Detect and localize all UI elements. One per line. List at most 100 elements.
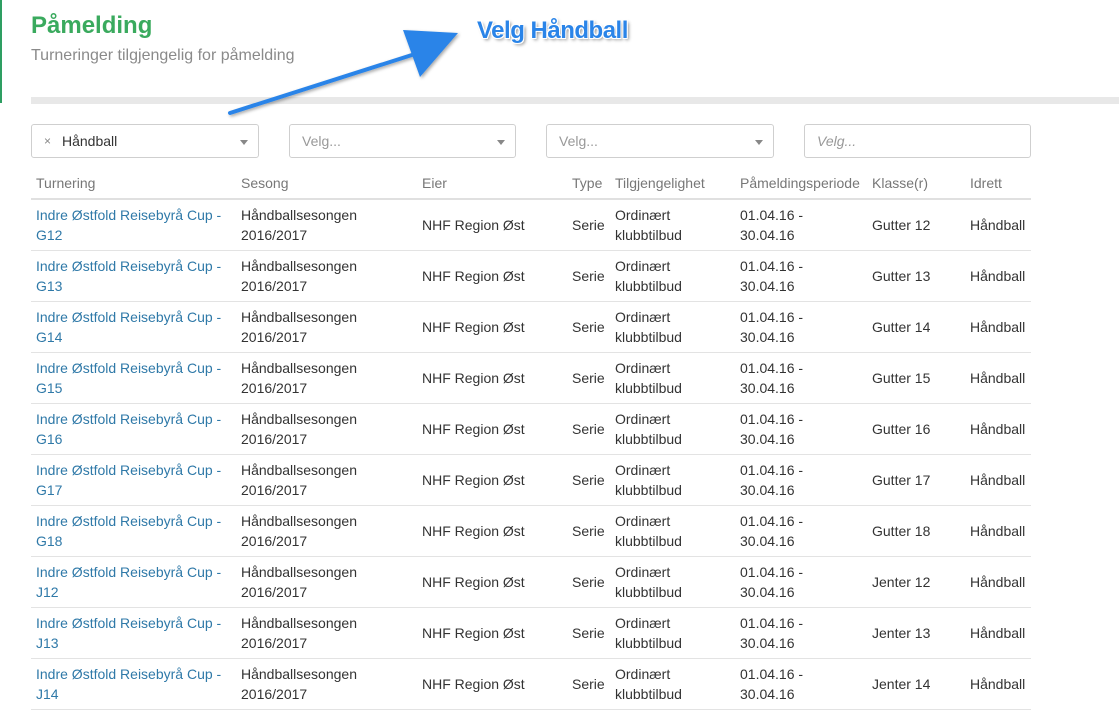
column-header-tilgjengelighet[interactable]: Tilgjengelighet	[610, 168, 735, 200]
search-input[interactable]	[804, 124, 1031, 158]
table-row[interactable]: Indre Østfold Reisebyrå Cup - G18 Håndball…	[31, 505, 1031, 557]
season-cell-line-2: 2016/2017	[241, 277, 308, 294]
season-cell-line-1: Håndballsesongen	[241, 359, 357, 376]
type-cell: Serie	[567, 301, 610, 353]
chevron-down-icon[interactable]	[497, 140, 505, 145]
sport-select[interactable]: × Håndball	[31, 124, 259, 158]
availability-cell: Ordinært klubbtilbud	[610, 250, 735, 302]
tournament-link[interactable]: Indre Østfold Reisebyrå Cup - J13	[31, 607, 236, 659]
table-row[interactable]: Indre Østfold Reisebyrå Cup - G14 Håndball…	[31, 301, 1031, 353]
table-header-row: Turnering Sesong Eier Type Tilgjengeligh…	[31, 168, 1031, 200]
availability-cell-line-1: Ordinært	[615, 206, 671, 223]
tournament-link-line-1: Indre Østfold Reisebyrå Cup -	[36, 308, 222, 325]
tournament-link-line-2: J14	[36, 685, 59, 702]
tournament-link[interactable]: Indre Østfold Reisebyrå Cup - G17	[31, 454, 236, 506]
left-accent-bar	[0, 0, 2, 103]
column-header-klasse[interactable]: Klasse(r)	[867, 168, 965, 200]
owner-cell: NHF Region Øst	[417, 250, 567, 302]
table-row[interactable]: Indre Østfold Reisebyrå Cup - J13 Håndball…	[31, 607, 1031, 659]
column-header-turnering[interactable]: Turnering	[31, 168, 236, 200]
tournament-link[interactable]: Indre Østfold Reisebyrå Cup - G18	[31, 505, 236, 557]
table-row[interactable]: Indre Østfold Reisebyrå Cup - J14 Håndball…	[31, 658, 1031, 710]
registration-period-cell: 01.04.16 - 30.04.16	[735, 301, 867, 353]
registration-period-cell-line-1: 01.04.16 -	[740, 410, 804, 427]
tournament-link[interactable]: Indre Østfold Reisebyrå Cup - G13	[31, 250, 236, 302]
chevron-down-icon[interactable]	[240, 140, 248, 145]
registration-period-cell: 01.04.16 - 30.04.16	[735, 352, 867, 404]
filter-select-3-placeholder: Velg...	[559, 133, 598, 149]
class-cell: Gutter 18	[867, 505, 965, 557]
tournament-link-line-1: Indre Østfold Reisebyrå Cup -	[36, 512, 222, 529]
tournament-link[interactable]: Indre Østfold Reisebyrå Cup - G14	[31, 301, 236, 353]
table-row[interactable]: Indre Østfold Reisebyrå Cup - G15 Håndball…	[31, 352, 1031, 404]
class-cell: Gutter 15	[867, 352, 965, 404]
sport-cell: Håndball	[965, 403, 1031, 455]
availability-cell-line-1: Ordinært	[615, 461, 671, 478]
registration-period-cell-line-2: 30.04.16	[740, 379, 795, 396]
availability-cell: Ordinært klubbtilbud	[610, 658, 735, 710]
filter-select-3[interactable]: Velg...	[546, 124, 774, 158]
tournament-link-line-2: G13	[36, 277, 63, 294]
season-cell-line-2: 2016/2017	[241, 583, 308, 600]
column-header-pameldingsperiode[interactable]: Påmeldingsperiode	[735, 168, 867, 200]
table-row[interactable]: Indre Østfold Reisebyrå Cup - G16 Håndball…	[31, 403, 1031, 455]
season-cell-line-2: 2016/2017	[241, 481, 308, 498]
availability-cell: Ordinært klubbtilbud	[610, 607, 735, 659]
tournament-link-line-1: Indre Østfold Reisebyrå Cup -	[36, 359, 222, 376]
season-cell-line-1: Håndballsesongen	[241, 257, 357, 274]
filter-select-2[interactable]: Velg...	[289, 124, 516, 158]
registration-period-cell-line-1: 01.04.16 -	[740, 614, 804, 631]
registration-period-cell-line-2: 30.04.16	[740, 277, 795, 294]
tournament-link-line-2: G14	[36, 328, 63, 345]
tournament-link-line-2: G16	[36, 430, 63, 447]
season-cell-line-1: Håndballsesongen	[241, 410, 357, 427]
tournament-link[interactable]: Indre Østfold Reisebyrå Cup - J14	[31, 658, 236, 710]
clear-selection-icon[interactable]: ×	[44, 134, 51, 148]
sport-cell: Håndball	[965, 250, 1031, 302]
owner-cell: NHF Region Øst	[417, 607, 567, 659]
tournament-link[interactable]: Indre Østfold Reisebyrå Cup - G15	[31, 352, 236, 404]
registration-period-cell: 01.04.16 - 30.04.16	[735, 250, 867, 302]
owner-cell: NHF Region Øst	[417, 199, 567, 251]
availability-cell: Ordinært klubbtilbud	[610, 199, 735, 251]
tournament-link[interactable]: Indre Østfold Reisebyrå Cup - J12	[31, 556, 236, 608]
table-row[interactable]: Indre Østfold Reisebyrå Cup - G13 Håndball…	[31, 250, 1031, 302]
tournament-link[interactable]: Indre Østfold Reisebyrå Cup - G16	[31, 403, 236, 455]
class-cell: Gutter 12	[867, 199, 965, 251]
season-cell-line-2: 2016/2017	[241, 685, 308, 702]
column-header-idrett[interactable]: Idrett	[965, 168, 1031, 200]
availability-cell-line-1: Ordinært	[615, 359, 671, 376]
owner-cell: NHF Region Øst	[417, 454, 567, 506]
column-header-type[interactable]: Type	[567, 168, 610, 200]
availability-cell-line-2: klubbtilbud	[615, 634, 682, 651]
season-cell: Håndballsesongen 2016/2017	[236, 250, 417, 302]
season-cell-line-2: 2016/2017	[241, 532, 308, 549]
season-cell: Håndballsesongen 2016/2017	[236, 403, 417, 455]
season-cell-line-2: 2016/2017	[241, 328, 308, 345]
table-row[interactable]: Indre Østfold Reisebyrå Cup - J12 Håndball…	[31, 556, 1031, 608]
availability-cell-line-1: Ordinært	[615, 614, 671, 631]
table-row[interactable]: Indre Østfold Reisebyrå Cup - G12 Håndball…	[31, 199, 1031, 251]
tournament-link-line-2: G18	[36, 532, 63, 549]
registration-period-cell-line-2: 30.04.16	[740, 481, 795, 498]
tournament-link-line-2: J13	[36, 634, 59, 651]
tournament-link-line-2: G15	[36, 379, 63, 396]
registration-period-cell-line-2: 30.04.16	[740, 685, 795, 702]
table-row[interactable]: Indre Østfold Reisebyrå Cup - G17 Håndball…	[31, 454, 1031, 506]
tournament-link-line-1: Indre Østfold Reisebyrå Cup -	[36, 257, 222, 274]
availability-cell-line-2: klubbtilbud	[615, 328, 682, 345]
registration-period-cell: 01.04.16 - 30.04.16	[735, 607, 867, 659]
chevron-down-icon[interactable]	[755, 140, 763, 145]
tournament-link[interactable]: Indre Østfold Reisebyrå Cup - G12	[31, 199, 236, 251]
availability-cell-line-2: klubbtilbud	[615, 379, 682, 396]
page-title: Påmelding	[31, 12, 153, 39]
type-cell: Serie	[567, 607, 610, 659]
column-header-sesong[interactable]: Sesong	[236, 168, 417, 200]
availability-cell-line-1: Ordinært	[615, 308, 671, 325]
season-cell: Håndballsesongen 2016/2017	[236, 607, 417, 659]
tournament-link-line-1: Indre Østfold Reisebyrå Cup -	[36, 206, 222, 223]
class-cell: Gutter 16	[867, 403, 965, 455]
season-cell-line-2: 2016/2017	[241, 430, 308, 447]
column-header-eier[interactable]: Eier	[417, 168, 567, 200]
registration-period-cell: 01.04.16 - 30.04.16	[735, 556, 867, 608]
